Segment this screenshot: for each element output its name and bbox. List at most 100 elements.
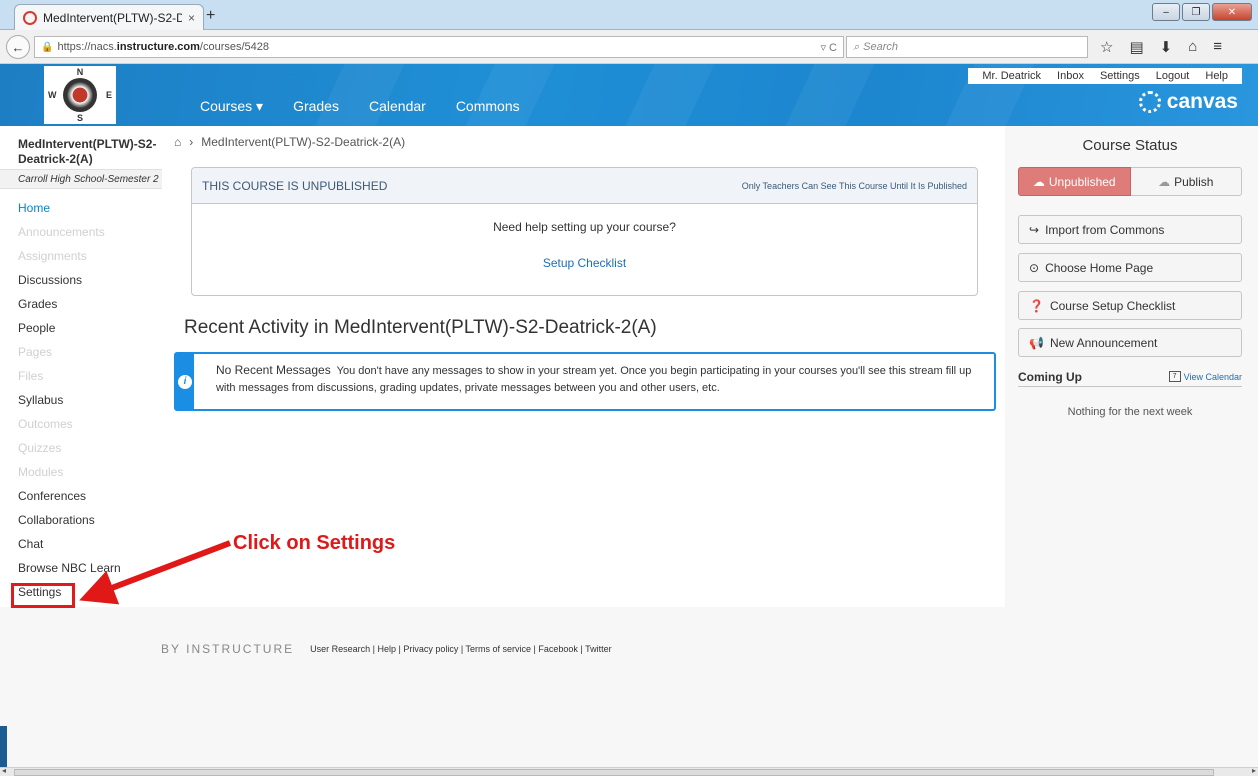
logout-link[interactable]: Logout xyxy=(1148,70,1198,82)
compass-logo-icon xyxy=(63,78,97,112)
reading-list-icon[interactable]: ▤ xyxy=(1129,38,1143,56)
canvas-logo[interactable]: canvas xyxy=(1138,90,1238,114)
sidebar-item-assignments[interactable]: Assignments xyxy=(18,244,121,268)
info-icon: i xyxy=(177,374,192,389)
sidebar-item-home[interactable]: Home xyxy=(18,196,121,220)
window-close-button[interactable]: ✕ xyxy=(1212,3,1252,21)
taskbar-edge xyxy=(0,726,7,767)
download-icon[interactable]: ⬇ xyxy=(1160,38,1173,56)
nav-commons[interactable]: Commons xyxy=(456,98,520,115)
page-bottom-bg xyxy=(0,607,1258,767)
footer-links[interactable]: User Research | Help | Privacy policy | … xyxy=(310,644,611,654)
course-nav-list: Home Announcements Assignments Discussio… xyxy=(18,196,121,604)
menu-icon[interactable]: ≡ xyxy=(1213,38,1222,56)
scroll-left-icon[interactable]: ◂ xyxy=(2,766,6,775)
user-name-link[interactable]: Mr. Deatrick xyxy=(974,70,1049,82)
scroll-right-icon[interactable]: ▸ xyxy=(1252,766,1256,775)
view-calendar-link[interactable]: 7 View Calendar xyxy=(1168,371,1242,382)
breadcrumb: ⌂ › MedIntervent(PLTW)-S2-Deatrick-2(A) xyxy=(174,135,406,149)
url-bar[interactable]: 🔒 https://nacs.instructure.com/courses/5… xyxy=(34,36,844,58)
sidebar-item-outcomes[interactable]: Outcomes xyxy=(18,412,121,436)
sidebar-item-modules[interactable]: Modules xyxy=(18,460,121,484)
nothing-upcoming: Nothing for the next week xyxy=(1067,406,1193,418)
breadcrumb-home-icon[interactable]: ⌂ xyxy=(174,135,181,149)
course-status-title: Course Status xyxy=(1082,137,1178,154)
canvas-logo-icon xyxy=(1138,91,1161,113)
unpublished-notice: THIS COURSE IS UNPUBLISHED Only Teachers… xyxy=(191,167,978,296)
help-link[interactable]: Help xyxy=(1197,70,1236,82)
megaphone-icon: 📢 xyxy=(1029,335,1044,350)
sidebar-item-quizzes[interactable]: Quizzes xyxy=(18,436,121,460)
sidebar-item-collaborations[interactable]: Collaborations xyxy=(18,508,121,532)
publish-toggle: ☁ Unpublished ☁ Publish xyxy=(1018,167,1242,196)
nav-grades[interactable]: Grades xyxy=(293,98,339,115)
course-term: Carroll High School-Semester 2 xyxy=(0,169,162,189)
help-question: Need help setting up your course? xyxy=(493,220,676,234)
sidebar-item-chat[interactable]: Chat xyxy=(18,532,121,556)
inbox-link[interactable]: Inbox xyxy=(1049,70,1092,82)
cloud-icon: ☁ xyxy=(1158,174,1171,189)
settings-highlight-box xyxy=(11,583,75,608)
browser-tab[interactable]: MedIntervent(PLTW)-S2-D... × xyxy=(14,4,204,30)
question-icon: ❓ xyxy=(1029,298,1044,313)
unpublished-note: Only Teachers Can See This Course Until … xyxy=(741,180,967,191)
sidebar-item-discussions[interactable]: Discussions xyxy=(18,268,121,292)
school-logo[interactable]: N S W E xyxy=(44,66,116,124)
sidebar-item-pages[interactable]: Pages xyxy=(18,340,121,364)
sidebar-item-conferences[interactable]: Conferences xyxy=(18,484,121,508)
unpublished-header: THIS COURSE IS UNPUBLISHED Only Teachers… xyxy=(192,168,977,204)
search-input[interactable]: ⌕ Search xyxy=(846,36,1088,58)
import-commons-button[interactable]: ↪ Import from Commons xyxy=(1018,215,1242,244)
browser-tabstrip: MedIntervent(PLTW)-S2-D... × + – ❐ ✕ xyxy=(0,0,1258,30)
home-page-icon: ⊙ xyxy=(1029,260,1040,275)
minimize-button[interactable]: – xyxy=(1152,3,1180,21)
maximize-button[interactable]: ❐ xyxy=(1182,3,1210,21)
sidebar-item-browse-nbc-learn[interactable]: Browse NBC Learn xyxy=(18,556,121,580)
alert-title: No Recent Messages xyxy=(215,363,331,377)
tab-title: MedIntervent(PLTW)-S2-D... xyxy=(43,10,182,25)
global-nav: Courses ▾ Grades Calendar Commons xyxy=(200,98,520,115)
lock-icon: 🔒 xyxy=(41,41,54,53)
new-tab-button[interactable]: + xyxy=(206,7,215,25)
course-setup-checklist-button[interactable]: ❓ Course Setup Checklist xyxy=(1018,291,1242,320)
new-announcement-button[interactable]: 📢 New Announcement xyxy=(1018,328,1242,357)
no-messages-alert: i No Recent Messages You don't have any … xyxy=(174,352,996,411)
user-nav: Mr. Deatrick Inbox Settings Logout Help xyxy=(968,68,1242,84)
cloud-off-icon: ☁ xyxy=(1032,174,1045,189)
setup-checklist-link[interactable]: Setup Checklist xyxy=(192,256,977,270)
coming-up-title: Coming Up xyxy=(1018,369,1082,384)
nav-calendar[interactable]: Calendar xyxy=(369,98,426,115)
home-icon[interactable]: ⌂ xyxy=(1188,38,1197,56)
canvas-favicon-icon xyxy=(23,10,37,25)
unpublished-button[interactable]: ☁ Unpublished xyxy=(1018,167,1131,196)
sidebar-item-people[interactable]: People xyxy=(18,316,121,340)
bookmark-star-icon[interactable]: ☆ xyxy=(1100,38,1113,56)
sidebar-item-announcements[interactable]: Announcements xyxy=(18,220,121,244)
recent-activity-heading: Recent Activity in MedIntervent(PLTW)-S2… xyxy=(184,317,657,338)
canvas-header: N S W E Courses ▾ Grades Calendar Common… xyxy=(0,64,1258,126)
search-icon: ⌕ xyxy=(853,40,860,53)
back-arrow-icon[interactable]: ← xyxy=(6,35,30,59)
browser-toolbar-icons: ☆ ▤ ⬇ ⌂ ≡ xyxy=(1100,38,1222,56)
url-text: https://nacs.instructure.com/courses/542… xyxy=(57,41,270,53)
nav-courses[interactable]: Courses ▾ xyxy=(200,98,263,115)
horizontal-scrollbar[interactable]: ◂ ▸ xyxy=(0,766,1258,776)
choose-home-page-button[interactable]: ⊙ Choose Home Page xyxy=(1018,253,1242,282)
coming-up-header: Coming Up 7 View Calendar xyxy=(1018,367,1242,387)
page-footer: BY INSTRUCTURE User Research | Help | Pr… xyxy=(161,642,612,656)
sidebar-item-syllabus[interactable]: Syllabus xyxy=(18,388,121,412)
breadcrumb-course[interactable]: MedIntervent(PLTW)-S2-Deatrick-2(A) xyxy=(201,135,405,149)
settings-link[interactable]: Settings xyxy=(1092,70,1148,82)
window-controls: – ❐ ✕ xyxy=(1152,3,1252,21)
import-icon: ↪ xyxy=(1029,222,1040,237)
sidebar-item-grades[interactable]: Grades xyxy=(18,292,121,316)
publish-button[interactable]: ☁ Publish xyxy=(1130,167,1242,196)
calendar-icon: 7 xyxy=(1168,371,1181,382)
tab-close-icon[interactable]: × xyxy=(188,11,195,25)
browser-navbar: ← 🔒 https://nacs.instructure.com/courses… xyxy=(0,30,1258,64)
course-name[interactable]: MedIntervent(PLTW)-S2-Deatrick-2(A) xyxy=(18,137,158,167)
scrollbar-thumb[interactable] xyxy=(14,769,1214,776)
sidebar-item-files[interactable]: Files xyxy=(18,364,121,388)
footer-brand[interactable]: BY INSTRUCTURE xyxy=(161,642,294,656)
reload-icon[interactable]: ▿ C xyxy=(820,41,837,54)
